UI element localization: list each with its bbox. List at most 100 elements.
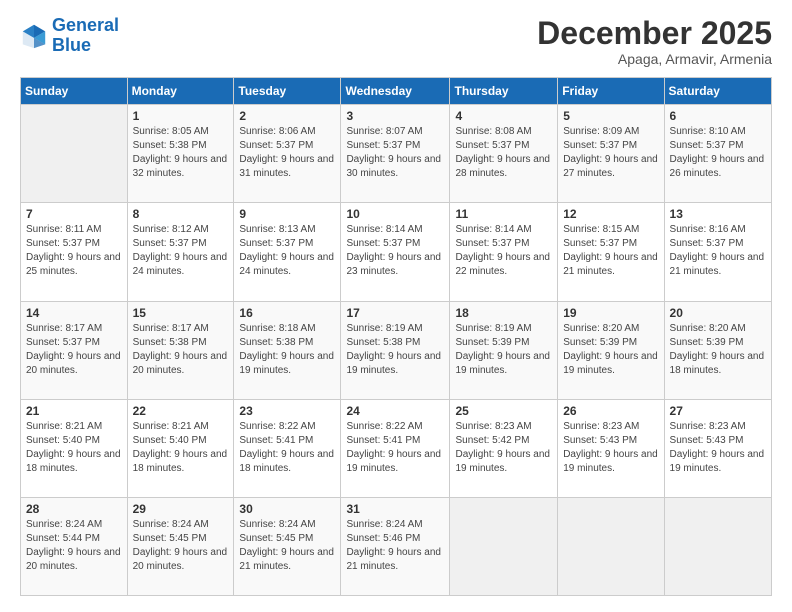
day-info: Sunrise: 8:19 AMSunset: 5:38 PMDaylight:…: [346, 323, 441, 376]
calendar-cell: 3 Sunrise: 8:07 AMSunset: 5:37 PMDayligh…: [341, 105, 450, 203]
day-number: 23: [239, 404, 335, 418]
day-info: Sunrise: 8:19 AMSunset: 5:39 PMDaylight:…: [455, 323, 550, 376]
day-info: Sunrise: 8:16 AMSunset: 5:37 PMDaylight:…: [670, 224, 765, 277]
day-info: Sunrise: 8:24 AMSunset: 5:45 PMDaylight:…: [239, 519, 334, 572]
day-number: 8: [133, 207, 229, 221]
day-number: 11: [455, 207, 552, 221]
day-number: 21: [26, 404, 122, 418]
calendar-cell: [664, 497, 771, 595]
day-number: 5: [563, 109, 658, 123]
header: General Blue December 2025 Apaga, Armavi…: [20, 16, 772, 67]
col-thursday: Thursday: [450, 78, 558, 105]
calendar-cell: 4 Sunrise: 8:08 AMSunset: 5:37 PMDayligh…: [450, 105, 558, 203]
col-wednesday: Wednesday: [341, 78, 450, 105]
page: General Blue December 2025 Apaga, Armavi…: [0, 0, 792, 612]
calendar-cell: 28 Sunrise: 8:24 AMSunset: 5:44 PMDaylig…: [21, 497, 128, 595]
col-friday: Friday: [558, 78, 664, 105]
calendar-header: Sunday Monday Tuesday Wednesday Thursday…: [21, 78, 772, 105]
day-info: Sunrise: 8:17 AMSunset: 5:37 PMDaylight:…: [26, 323, 121, 376]
calendar-cell: 30 Sunrise: 8:24 AMSunset: 5:45 PMDaylig…: [234, 497, 341, 595]
day-info: Sunrise: 8:09 AMSunset: 5:37 PMDaylight:…: [563, 126, 658, 179]
day-number: 3: [346, 109, 444, 123]
day-info: Sunrise: 8:14 AMSunset: 5:37 PMDaylight:…: [346, 224, 441, 277]
calendar-cell: 8 Sunrise: 8:12 AMSunset: 5:37 PMDayligh…: [127, 203, 234, 301]
calendar-cell: 16 Sunrise: 8:18 AMSunset: 5:38 PMDaylig…: [234, 301, 341, 399]
week-row-5: 28 Sunrise: 8:24 AMSunset: 5:44 PMDaylig…: [21, 497, 772, 595]
calendar-body: 1 Sunrise: 8:05 AMSunset: 5:38 PMDayligh…: [21, 105, 772, 596]
day-number: 13: [670, 207, 766, 221]
week-row-2: 7 Sunrise: 8:11 AMSunset: 5:37 PMDayligh…: [21, 203, 772, 301]
calendar-cell: 11 Sunrise: 8:14 AMSunset: 5:37 PMDaylig…: [450, 203, 558, 301]
day-info: Sunrise: 8:23 AMSunset: 5:43 PMDaylight:…: [563, 421, 658, 474]
day-info: Sunrise: 8:18 AMSunset: 5:38 PMDaylight:…: [239, 323, 334, 376]
calendar-table: Sunday Monday Tuesday Wednesday Thursday…: [20, 77, 772, 596]
calendar-cell: 23 Sunrise: 8:22 AMSunset: 5:41 PMDaylig…: [234, 399, 341, 497]
calendar-cell: 18 Sunrise: 8:19 AMSunset: 5:39 PMDaylig…: [450, 301, 558, 399]
calendar-cell: 2 Sunrise: 8:06 AMSunset: 5:37 PMDayligh…: [234, 105, 341, 203]
logo: General Blue: [20, 16, 119, 56]
day-number: 16: [239, 306, 335, 320]
calendar-cell: 24 Sunrise: 8:22 AMSunset: 5:41 PMDaylig…: [341, 399, 450, 497]
calendar-cell: 12 Sunrise: 8:15 AMSunset: 5:37 PMDaylig…: [558, 203, 664, 301]
day-number: 31: [346, 502, 444, 516]
day-number: 30: [239, 502, 335, 516]
col-sunday: Sunday: [21, 78, 128, 105]
day-info: Sunrise: 8:24 AMSunset: 5:45 PMDaylight:…: [133, 519, 228, 572]
day-info: Sunrise: 8:13 AMSunset: 5:37 PMDaylight:…: [239, 224, 334, 277]
logo-general: General: [52, 15, 119, 35]
day-info: Sunrise: 8:06 AMSunset: 5:37 PMDaylight:…: [239, 126, 334, 179]
week-row-1: 1 Sunrise: 8:05 AMSunset: 5:38 PMDayligh…: [21, 105, 772, 203]
day-info: Sunrise: 8:12 AMSunset: 5:37 PMDaylight:…: [133, 224, 228, 277]
day-info: Sunrise: 8:22 AMSunset: 5:41 PMDaylight:…: [346, 421, 441, 474]
day-number: 6: [670, 109, 766, 123]
day-info: Sunrise: 8:22 AMSunset: 5:41 PMDaylight:…: [239, 421, 334, 474]
day-info: Sunrise: 8:07 AMSunset: 5:37 PMDaylight:…: [346, 126, 441, 179]
calendar-cell: 10 Sunrise: 8:14 AMSunset: 5:37 PMDaylig…: [341, 203, 450, 301]
logo-blue: Blue: [52, 35, 91, 55]
calendar-cell: 13 Sunrise: 8:16 AMSunset: 5:37 PMDaylig…: [664, 203, 771, 301]
day-info: Sunrise: 8:24 AMSunset: 5:46 PMDaylight:…: [346, 519, 441, 572]
calendar-cell: 9 Sunrise: 8:13 AMSunset: 5:37 PMDayligh…: [234, 203, 341, 301]
title-block: December 2025 Apaga, Armavir, Armenia: [537, 16, 772, 67]
calendar-cell: 7 Sunrise: 8:11 AMSunset: 5:37 PMDayligh…: [21, 203, 128, 301]
day-info: Sunrise: 8:21 AMSunset: 5:40 PMDaylight:…: [133, 421, 228, 474]
calendar-cell: 20 Sunrise: 8:20 AMSunset: 5:39 PMDaylig…: [664, 301, 771, 399]
day-info: Sunrise: 8:21 AMSunset: 5:40 PMDaylight:…: [26, 421, 121, 474]
day-number: 1: [133, 109, 229, 123]
calendar-cell: 29 Sunrise: 8:24 AMSunset: 5:45 PMDaylig…: [127, 497, 234, 595]
calendar-cell: [558, 497, 664, 595]
week-row-4: 21 Sunrise: 8:21 AMSunset: 5:40 PMDaylig…: [21, 399, 772, 497]
day-info: Sunrise: 8:23 AMSunset: 5:43 PMDaylight:…: [670, 421, 765, 474]
day-info: Sunrise: 8:10 AMSunset: 5:37 PMDaylight:…: [670, 126, 765, 179]
calendar-cell: [450, 497, 558, 595]
day-number: 17: [346, 306, 444, 320]
logo-text: General Blue: [52, 16, 119, 56]
day-number: 4: [455, 109, 552, 123]
day-info: Sunrise: 8:23 AMSunset: 5:42 PMDaylight:…: [455, 421, 550, 474]
calendar-cell: 31 Sunrise: 8:24 AMSunset: 5:46 PMDaylig…: [341, 497, 450, 595]
week-row-3: 14 Sunrise: 8:17 AMSunset: 5:37 PMDaylig…: [21, 301, 772, 399]
month-title: December 2025: [537, 16, 772, 51]
day-number: 2: [239, 109, 335, 123]
day-number: 15: [133, 306, 229, 320]
day-number: 14: [26, 306, 122, 320]
col-monday: Monday: [127, 78, 234, 105]
day-number: 29: [133, 502, 229, 516]
day-number: 19: [563, 306, 658, 320]
day-info: Sunrise: 8:24 AMSunset: 5:44 PMDaylight:…: [26, 519, 121, 572]
header-row: Sunday Monday Tuesday Wednesday Thursday…: [21, 78, 772, 105]
calendar-cell: 5 Sunrise: 8:09 AMSunset: 5:37 PMDayligh…: [558, 105, 664, 203]
day-number: 26: [563, 404, 658, 418]
day-number: 10: [346, 207, 444, 221]
calendar-cell: 19 Sunrise: 8:20 AMSunset: 5:39 PMDaylig…: [558, 301, 664, 399]
calendar-cell: 26 Sunrise: 8:23 AMSunset: 5:43 PMDaylig…: [558, 399, 664, 497]
day-number: 24: [346, 404, 444, 418]
calendar-cell: 22 Sunrise: 8:21 AMSunset: 5:40 PMDaylig…: [127, 399, 234, 497]
calendar-cell: 17 Sunrise: 8:19 AMSunset: 5:38 PMDaylig…: [341, 301, 450, 399]
location: Apaga, Armavir, Armenia: [537, 51, 772, 67]
day-number: 7: [26, 207, 122, 221]
calendar-cell: [21, 105, 128, 203]
calendar-cell: 1 Sunrise: 8:05 AMSunset: 5:38 PMDayligh…: [127, 105, 234, 203]
calendar-cell: 6 Sunrise: 8:10 AMSunset: 5:37 PMDayligh…: [664, 105, 771, 203]
col-saturday: Saturday: [664, 78, 771, 105]
